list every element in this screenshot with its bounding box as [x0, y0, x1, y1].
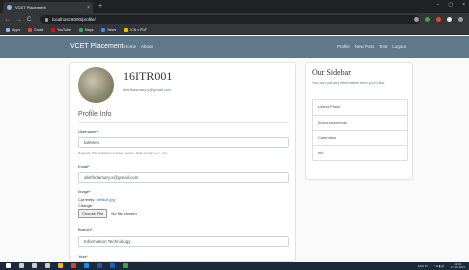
language-indicator[interactable]: ENG IN: [418, 264, 428, 268]
bookmarks-bar: Apps Gmail YouTube Maps News ICN x PDF: [0, 26, 469, 35]
currently-label: Currently:: [78, 197, 96, 202]
file-explorer-icon[interactable]: [58, 263, 63, 268]
image-label: Image*: [78, 189, 91, 194]
task-view-icon[interactable]: [32, 263, 37, 268]
extension-icon[interactable]: [436, 17, 441, 22]
tray-icons[interactable]: ^ ⊕ ▮ 🔊: [434, 264, 445, 268]
nav-about-link[interactable]: About: [141, 44, 153, 49]
bookmark-apps[interactable]: Apps: [6, 28, 20, 32]
sidebar-item-announcements[interactable]: Announcements: [313, 115, 407, 130]
nav-left: Home About: [124, 44, 153, 49]
news-icon: [101, 28, 106, 32]
username-label: Username*: [78, 129, 99, 134]
menu-icon[interactable]: [458, 17, 463, 22]
nav-test-link[interactable]: Test: [379, 44, 387, 49]
star-icon[interactable]: [414, 17, 419, 22]
image-current: Currently: default.jpg: [78, 197, 115, 202]
system-tray: ENG IN ^ ⊕ ▮ 🔊 12:01 17-06-2021: [418, 263, 465, 269]
browser-tab-bar: VCET Placement × + – ▢ ×: [0, 0, 469, 13]
extensions-area: [414, 17, 463, 22]
bookmark-label: Gmail: [33, 28, 44, 32]
start-icon[interactable]: [6, 263, 11, 268]
brand-link[interactable]: VCET Placement: [70, 43, 124, 50]
profile-info-legend: Profile Info: [78, 111, 112, 118]
image-file-input: Choose File No file chosen: [78, 209, 137, 218]
change-label: Change:: [78, 203, 94, 208]
bookmark-label: News: [107, 28, 117, 32]
branch-field[interactable]: Information Technology: [78, 236, 289, 247]
nav-new-post-link[interactable]: New Post: [355, 44, 374, 49]
address-bar-row: ← → C localhost:8000/profile/: [0, 13, 469, 26]
app-icon[interactable]: [110, 263, 115, 268]
sidebar-item-calendars[interactable]: Calendars: [313, 130, 407, 145]
site-navbar: VCET Placement Home About Profile New Po…: [0, 36, 469, 58]
sidebar-list: Latest Posts Announcements Calendars etc: [312, 99, 408, 161]
sidebar-item-etc[interactable]: etc: [313, 145, 407, 160]
pdf-icon: [124, 28, 129, 32]
bookmark-label: ICN x PDF: [130, 28, 147, 32]
bookmark-pdf[interactable]: ICN x PDF: [124, 28, 147, 32]
choose-file-button[interactable]: Choose File: [78, 209, 108, 218]
username-help-text: Required. 150 characters or fewer. Lette…: [78, 151, 168, 155]
profile-card: 16ITR001 abirfirdamary.s@gmail.com Profi…: [69, 62, 296, 262]
window-controls: – ▢ ×: [437, 2, 465, 8]
email-field[interactable]: abirfirdamary.s@gmail.com: [78, 172, 289, 183]
app-icon[interactable]: [71, 263, 76, 268]
word-icon[interactable]: [97, 263, 102, 268]
bookmark-label: Apps: [12, 28, 20, 32]
site-info-icon[interactable]: [45, 17, 48, 22]
browser-tab[interactable]: VCET Placement ×: [3, 2, 93, 13]
sidebar-card: Our Sidebar You can put any information …: [305, 62, 413, 180]
nav-home-link[interactable]: Home: [124, 44, 136, 49]
close-window-button[interactable]: ×: [462, 2, 465, 8]
search-icon[interactable]: [19, 263, 24, 268]
youtube-icon: [51, 28, 56, 32]
reload-icon[interactable]: C: [27, 17, 31, 23]
email-label: Email*: [78, 164, 90, 169]
username-field[interactable]: tariteen: [78, 137, 289, 148]
sidebar-item-latest-posts[interactable]: Latest Posts: [313, 100, 407, 115]
maximize-button[interactable]: ▢: [448, 2, 453, 8]
url-text: localhost:8000/profile/: [52, 17, 96, 22]
branch-label: Branch*: [78, 227, 93, 232]
widgets-icon[interactable]: [45, 263, 50, 268]
sidebar-text: You can put any information here you'd l…: [312, 81, 386, 85]
bookmark-news[interactable]: News: [101, 28, 116, 32]
url-input[interactable]: localhost:8000/profile/: [40, 15, 420, 24]
bookmark-maps[interactable]: Maps: [78, 28, 94, 32]
back-icon[interactable]: ←: [5, 17, 11, 23]
tab-close-icon[interactable]: ×: [87, 5, 90, 11]
bookmark-label: YouTube: [57, 28, 71, 32]
extension-icon[interactable]: [425, 17, 430, 22]
bookmark-youtube[interactable]: YouTube: [51, 28, 71, 32]
minimize-button[interactable]: –: [437, 2, 440, 8]
apps-icon: [6, 28, 10, 32]
chrome-icon[interactable]: [123, 263, 128, 268]
forward-icon[interactable]: →: [16, 17, 22, 23]
bookmark-gmail[interactable]: Gmail: [27, 28, 44, 32]
profile-username-heading: 16ITR001: [123, 69, 173, 83]
divider: [78, 122, 289, 123]
tab-title: VCET Placement: [15, 5, 46, 10]
maps-icon: [78, 28, 83, 32]
gmail-icon: [27, 28, 32, 32]
no-file-text: No file chosen: [111, 211, 137, 216]
nav-logout-link[interactable]: Logout: [392, 44, 406, 49]
avatar: [78, 67, 114, 103]
app-icon[interactable]: [84, 263, 89, 268]
bookmark-label: Maps: [84, 28, 94, 32]
sidebar-title: Our Sidebar: [312, 68, 351, 77]
year-label: Year*: [78, 254, 88, 259]
clock[interactable]: 12:01 17-06-2021: [451, 263, 465, 269]
nav-right: Profile New Post Test Logout: [337, 44, 406, 49]
current-image-link[interactable]: default.jpg: [96, 197, 114, 202]
nav-profile-link[interactable]: Profile: [337, 44, 350, 49]
date-text: 17-06-2021: [450, 265, 465, 269]
windows-taskbar: ENG IN ^ ⊕ ▮ 🔊 12:01 17-06-2021: [0, 262, 469, 270]
profile-email: abirfirdamary.s@gmail.com: [123, 87, 172, 92]
tab-favicon-icon: [7, 5, 12, 10]
new-tab-button[interactable]: +: [98, 2, 102, 11]
profile-avatar-icon[interactable]: [447, 17, 452, 22]
taskbar-icons: [6, 263, 128, 268]
